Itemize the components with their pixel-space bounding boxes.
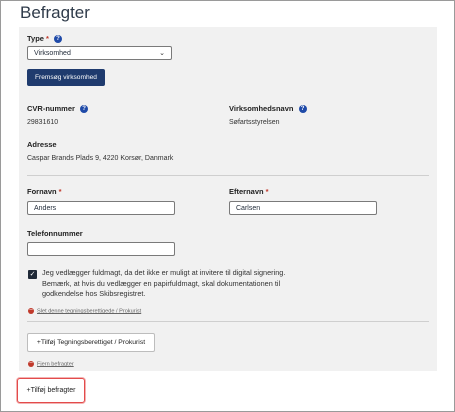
address-value: Caspar Brands Plads 9, 4220 Korsør, Danm… [27, 155, 174, 162]
company-name-value: Søfartsstyrelsen [229, 119, 280, 126]
required-mark: * [265, 187, 269, 196]
help-icon[interactable]: ? [298, 105, 307, 114]
remove-icon: – [28, 307, 34, 314]
add-carrier-button[interactable]: +Tilføj befragter [17, 378, 85, 403]
last-name-input[interactable]: Carlsen [229, 201, 377, 215]
address-label: Adresse [27, 140, 57, 149]
cvr-value: 29831610 [27, 119, 59, 126]
phone-input[interactable] [27, 242, 175, 256]
help-icon[interactable]: ? [80, 105, 89, 114]
remove-icon: – [28, 360, 34, 367]
phone-label: Telefonnummer [27, 229, 83, 238]
type-label: Type * ? [27, 34, 62, 44]
power-of-attorney-text: Jeg vedlægger fuldmagt, da det ikke er m… [42, 268, 286, 298]
power-of-attorney-checkbox[interactable]: ✓ [28, 270, 37, 279]
company-name-label: Virksomhedsnavn ? [229, 104, 307, 114]
carrier-panel: Type * ? Virksomhed ⌄ Fremsøg virksomhed … [19, 27, 437, 371]
help-icon[interactable]: ? [53, 35, 62, 44]
page-frame: Befragter Type * ? Virksomhed ⌄ Fremsøg v… [0, 0, 455, 412]
divider [27, 175, 429, 176]
remove-carrier-link[interactable]: – Fjern befragter [28, 360, 74, 367]
page-title: Befragter [20, 3, 90, 22]
search-company-button[interactable]: Fremsøg virksomhed [27, 69, 105, 86]
required-mark: * [45, 34, 49, 43]
first-name-label: Fornavn * [27, 187, 62, 196]
first-name-input[interactable]: Anders [27, 201, 175, 215]
last-name-label: Efternavn * [229, 187, 269, 196]
remove-signatory-link[interactable]: – Slet denne tegningsberettigede / Prokur… [28, 307, 141, 314]
type-select[interactable]: Virksomhed ⌄ [27, 46, 172, 60]
cvr-label: CVR-nummer ? [27, 104, 89, 114]
divider [27, 321, 429, 322]
chevron-down-icon: ⌄ [159, 50, 165, 57]
add-signatory-button[interactable]: +Tilføj Tegningsberettiget / Prokurist [27, 333, 155, 352]
required-mark: * [58, 187, 62, 196]
